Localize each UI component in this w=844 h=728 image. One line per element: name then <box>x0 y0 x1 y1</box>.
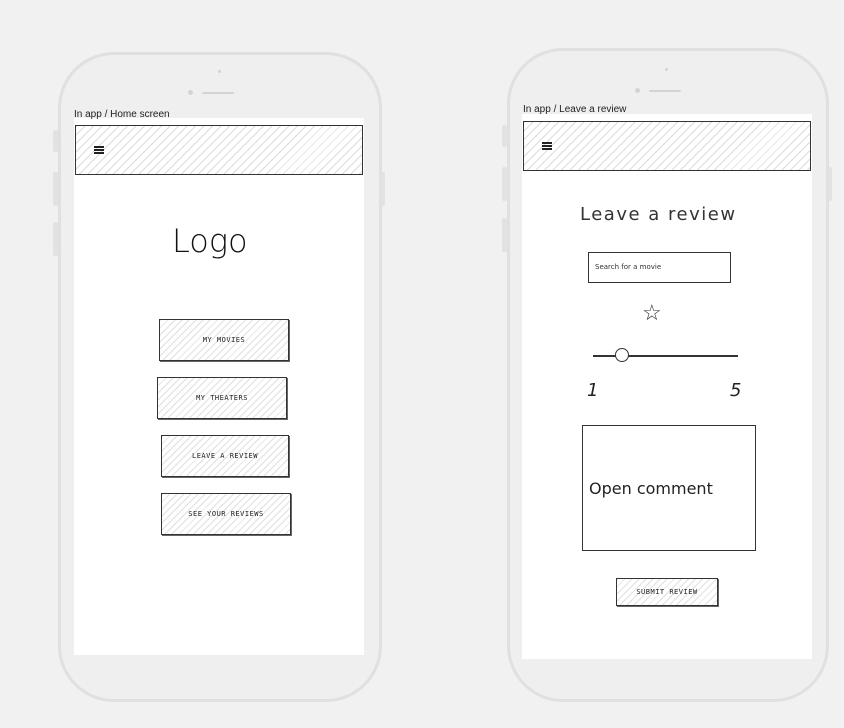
hamburger-menu-icon[interactable] <box>94 146 104 154</box>
side-button-mute <box>502 125 507 147</box>
review-page-title: Leave a review <box>580 204 737 225</box>
my-movies-button[interactable]: MY MOVIES <box>159 319 289 361</box>
comment-textarea[interactable]: Open comment <box>582 425 756 551</box>
side-button-volume-down <box>502 218 507 252</box>
comment-placeholder: Open comment <box>589 478 713 498</box>
side-button-volume-up <box>502 167 507 201</box>
review-header-bar <box>523 121 811 171</box>
side-button-volume-down <box>53 222 58 256</box>
frame-label-home: In app / Home screen <box>74 109 170 120</box>
submit-review-button[interactable]: SUBMIT REVIEW <box>616 578 718 606</box>
camera-lens <box>665 68 668 71</box>
speaker-grille <box>649 90 681 92</box>
frame-label-review: In app / Leave a review <box>523 104 627 115</box>
home-header-bar <box>75 125 363 175</box>
rating-max-label: 5 <box>730 380 742 401</box>
camera-dot <box>188 90 193 95</box>
movie-search-input[interactable]: Search for a movie <box>588 252 731 283</box>
camera-lens <box>218 70 221 73</box>
side-button-power <box>380 172 385 206</box>
my-theaters-button[interactable]: MY THEATERS <box>157 377 287 419</box>
speaker-grille <box>202 92 234 94</box>
rating-slider-thumb[interactable] <box>615 348 629 362</box>
camera-dot <box>635 88 640 93</box>
leave-a-review-button[interactable]: LEAVE A REVIEW <box>161 435 289 477</box>
hamburger-menu-icon[interactable] <box>542 142 552 150</box>
side-button-volume-up <box>53 172 58 206</box>
side-button-power <box>827 167 832 201</box>
star-icon[interactable]: ☆ <box>642 302 662 324</box>
see-your-reviews-button[interactable]: SEE YOUR REVIEWS <box>161 493 291 535</box>
app-logo: Logo <box>172 222 248 260</box>
side-button-mute <box>53 130 58 152</box>
rating-min-label: 1 <box>587 380 599 401</box>
